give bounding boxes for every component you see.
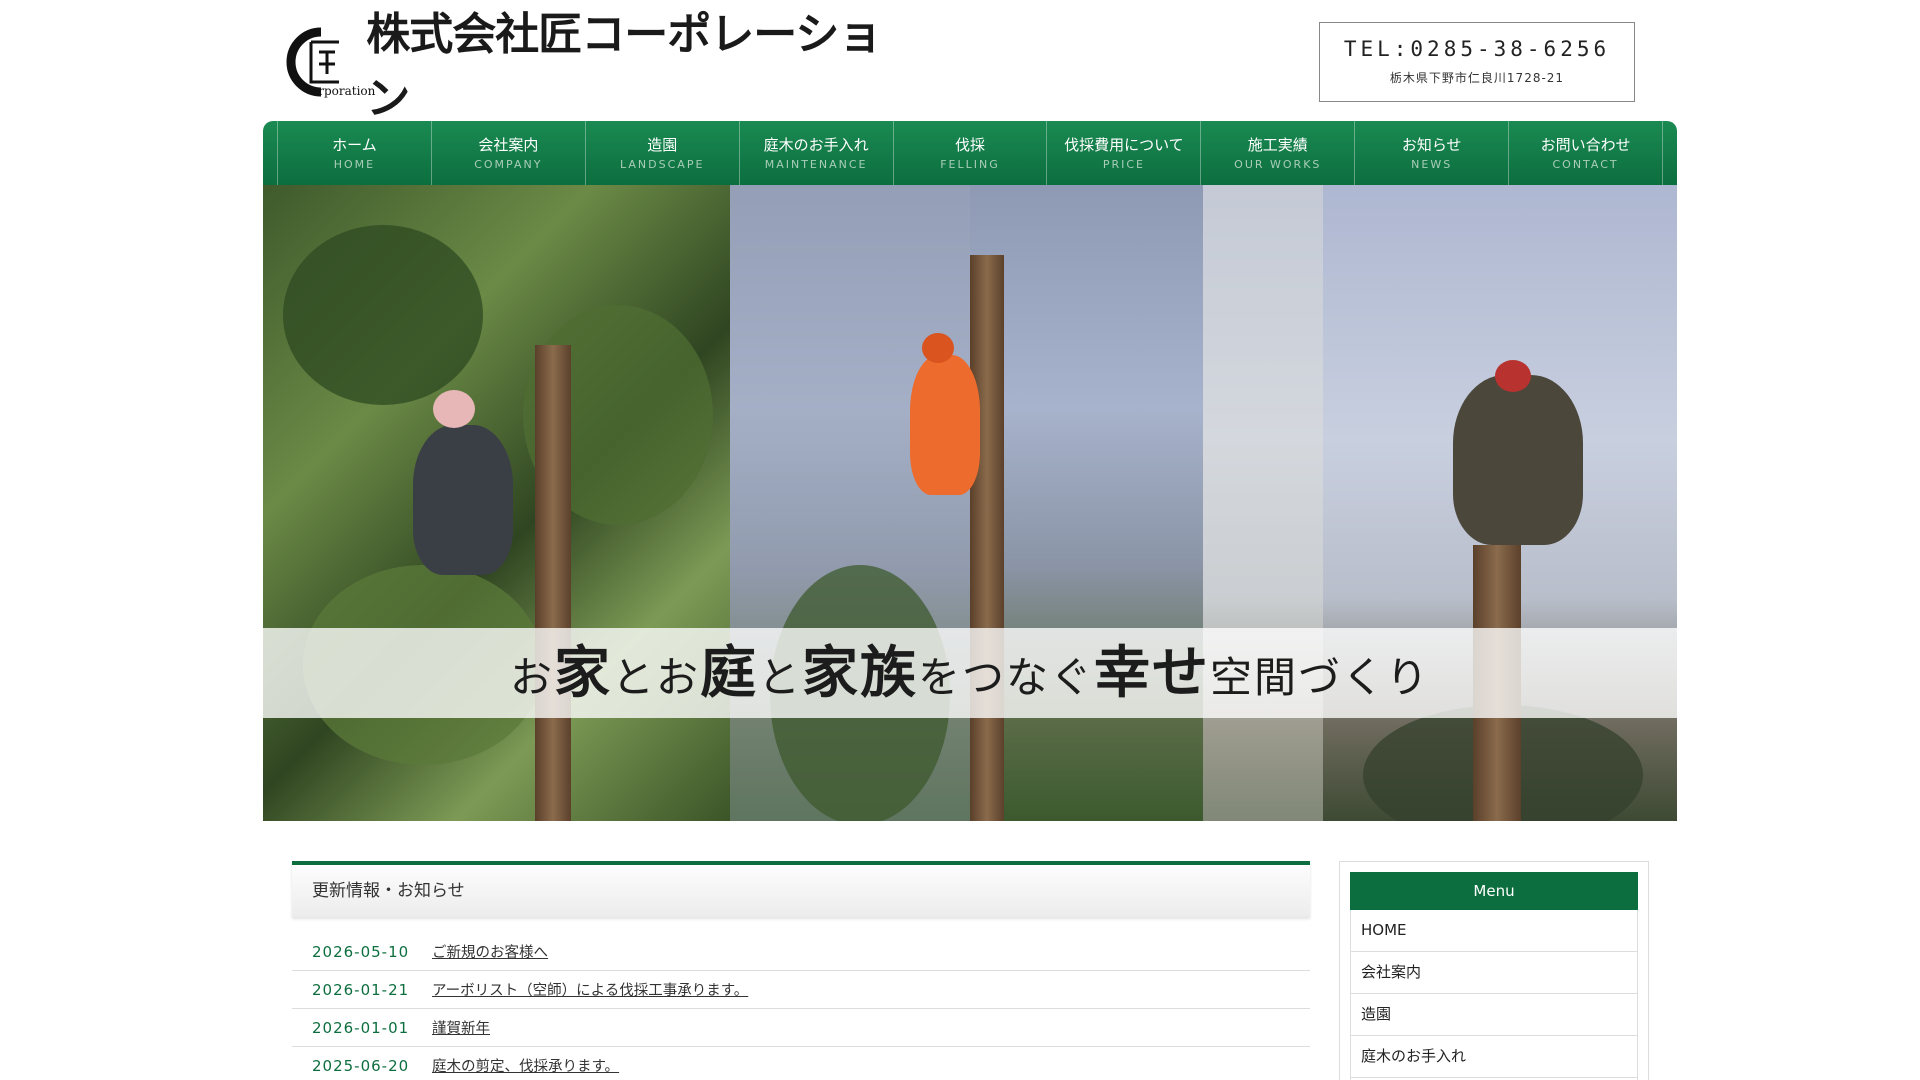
site-header: orporation 株式会社匠コーポレーション TEL:0285-38-625…	[263, 0, 1677, 124]
tagline-part: 幸せ	[1094, 640, 1211, 706]
hero-photo-arborist-3	[1203, 185, 1677, 821]
nav-label: 庭木のお手入れ	[763, 136, 869, 154]
logo-mark-icon: orporation	[277, 24, 375, 100]
sidebar-item-home[interactable]: HOME	[1350, 910, 1638, 952]
tagline-part: 家族	[802, 640, 919, 706]
nav-sublabel: MAINTENANCE	[764, 158, 868, 171]
nav-label: 伐採費用について	[1064, 136, 1184, 154]
nav-sublabel: HOME	[333, 158, 376, 171]
news-link[interactable]: ご新規のお客様へ	[432, 941, 548, 962]
nav-label: 会社案内	[478, 136, 539, 154]
sidebar-item-landscape[interactable]: 造園	[1350, 994, 1638, 1036]
news-list: 2026-05-10 ご新規のお客様へ 2026-01-21 アーボリスト（空師）に…	[292, 933, 1310, 1080]
tagline-part: と	[758, 653, 803, 702]
news-heading: 更新情報・お知らせ	[292, 861, 1310, 917]
nav-label: 造園	[647, 136, 678, 154]
news-date: 2026-01-01	[312, 1018, 410, 1037]
hero-tagline: お家とお庭と家族をつなぐ幸せ空間づくり	[263, 628, 1677, 723]
sidebar-menu-title: Menu	[1350, 872, 1638, 910]
tagline-part: と	[611, 653, 656, 702]
news-link[interactable]: 謹賀新年	[432, 1017, 490, 1038]
hero-photo-arborist-1	[263, 185, 730, 821]
company-address: 栃木県下野市仁良川1728-21	[1389, 71, 1565, 85]
contact-box: TEL:0285-38-6256 栃木県下野市仁良川1728-21	[1319, 22, 1635, 102]
nav-sublabel: CONTACT	[1552, 158, 1619, 171]
tagline-part: お	[509, 653, 554, 702]
nav-sublabel: PRICE	[1102, 158, 1145, 171]
news-link[interactable]: アーボリスト（空師）による伐採工事承ります。	[432, 979, 748, 1000]
news-section: 更新情報・お知らせ 2026-05-10 ご新規のお客様へ 2026-01-21 ア…	[292, 861, 1310, 1080]
tagline-part: 庭	[700, 640, 758, 706]
nav-label: ホーム	[332, 136, 377, 154]
news-date: 2025-06-20	[312, 1056, 410, 1075]
news-item: 2026-01-21 アーボリスト（空師）による伐採工事承ります。	[292, 971, 1310, 1009]
hero-tagline-band: お家とお庭と家族をつなぐ幸せ空間づくり	[263, 628, 1677, 718]
news-item: 2026-01-01 謹賀新年	[292, 1009, 1310, 1047]
nav-label: 伐採	[955, 136, 986, 154]
logo-subtext: orporation	[311, 84, 376, 98]
nav-item-price[interactable]: 伐採費用について PRICE	[1046, 121, 1200, 185]
nav-item-landscape[interactable]: 造園 LANDSCAPE	[584, 121, 739, 185]
sidebar-menu: Menu HOME 会社案内 造園 庭木のお手入れ 伐採	[1339, 861, 1649, 1080]
nav-item-company[interactable]: 会社案内 COMPANY	[430, 121, 585, 185]
sidebar-item-company[interactable]: 会社案内	[1350, 952, 1638, 994]
nav-item-contact[interactable]: お問い合わせ CONTACT	[1508, 121, 1664, 185]
hero-photo-arborist-2	[730, 185, 1203, 821]
nav-sublabel: COMPANY	[474, 158, 543, 171]
company-logo[interactable]: orporation 株式会社匠コーポレーション	[277, 9, 897, 124]
nav-item-news[interactable]: お知らせ NEWS	[1354, 121, 1508, 185]
phone-number[interactable]: TEL:0285-38-6256	[1320, 37, 1634, 61]
news-date: 2026-01-21	[312, 980, 410, 999]
news-item: 2025-06-20 庭木の剪定、伐採承ります。	[292, 1047, 1310, 1080]
nav-sublabel: NEWS	[1411, 158, 1453, 171]
nav-sublabel: LANDSCAPE	[620, 158, 705, 171]
nav-label: お知らせ	[1401, 136, 1462, 154]
nav-label: お問い合わせ	[1540, 136, 1631, 154]
tagline-part: お	[655, 653, 700, 702]
nav-sublabel: FELLING	[940, 158, 1000, 171]
global-nav: ホーム HOME 会社案内 COMPANY 造園 LANDSCAPE 庭木のお手入れ M…	[263, 121, 1677, 185]
company-name: 株式会社匠コーポレーション	[366, 9, 882, 124]
tagline-part: 空間づくり	[1210, 653, 1431, 702]
nav-item-works[interactable]: 施工実績 OUR WORKS	[1200, 121, 1354, 185]
news-date: 2026-05-10	[312, 942, 410, 961]
tagline-part: 家	[553, 640, 612, 706]
news-item: 2026-05-10 ご新規のお客様へ	[292, 933, 1310, 971]
nav-item-home[interactable]: ホーム HOME	[277, 121, 431, 185]
news-link[interactable]: 庭木の剪定、伐採承ります。	[432, 1055, 619, 1076]
nav-item-felling[interactable]: 伐採 FELLING	[892, 121, 1047, 185]
sidebar-item-maintenance[interactable]: 庭木のお手入れ	[1350, 1036, 1638, 1078]
nav-item-maintenance[interactable]: 庭木のお手入れ MAINTENANCE	[738, 121, 893, 185]
tagline-part: をつなぐ	[918, 653, 1095, 702]
nav-sublabel: OUR WORKS	[1234, 158, 1322, 171]
hero-banner: お家とお庭と家族をつなぐ幸せ空間づくり	[263, 185, 1677, 821]
nav-label: 施工実績	[1247, 136, 1308, 154]
